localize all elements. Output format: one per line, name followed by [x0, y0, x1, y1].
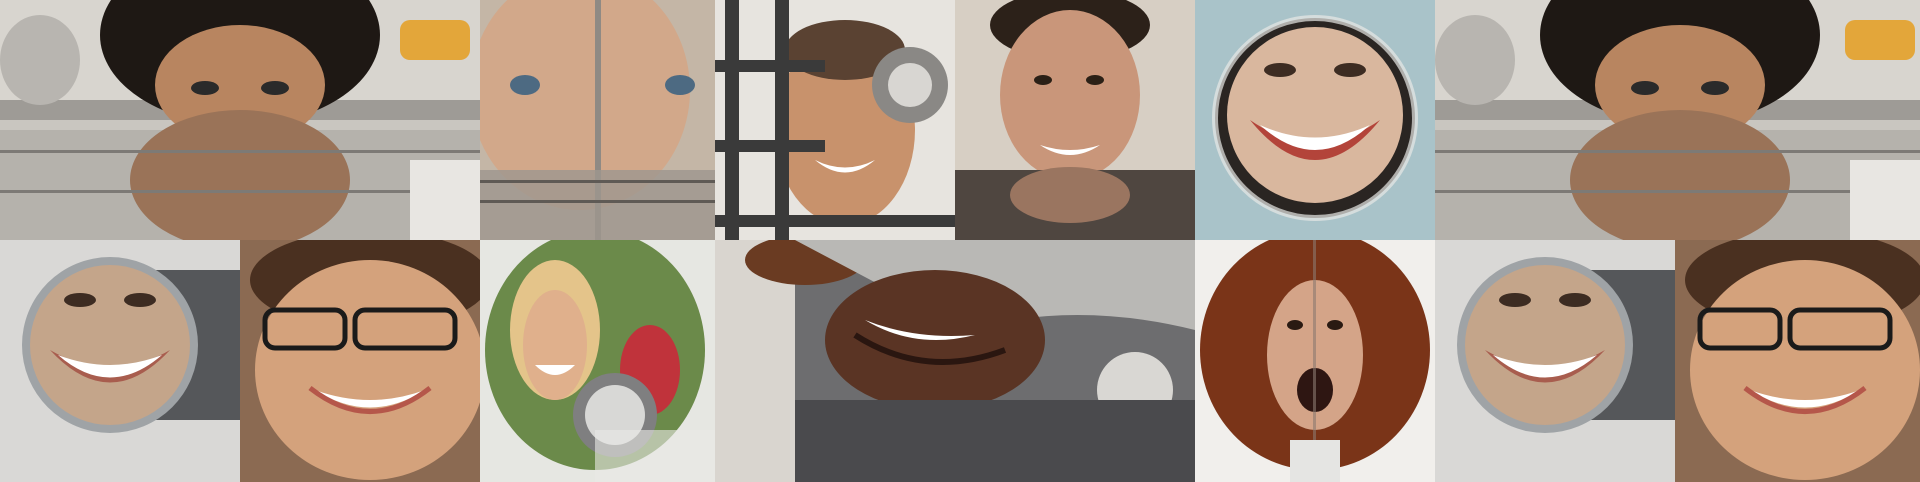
- photo-woman-fisheye-bulb: [480, 240, 715, 482]
- photo-man-smiling-reflection: [955, 0, 1195, 240]
- photo-face-in-convex-knob: [1195, 0, 1435, 240]
- photo-woman-red-curly-hair-split: [1195, 240, 1435, 482]
- photo-man-through-glass-door: [480, 0, 715, 240]
- photo-man-behind-gas-grate: [715, 0, 955, 240]
- photo-woman-curly-hair-reflection-repeat: [1435, 0, 1920, 240]
- photo-collage: [0, 0, 1920, 482]
- photo-woman-glasses-distorted-repeat: [1675, 240, 1920, 482]
- photo-man-reflection-on-metal: [715, 240, 1195, 482]
- photo-woman-curly-hair-reflection: [0, 0, 480, 240]
- photo-woman-glasses-distorted: [240, 240, 480, 482]
- photo-face-in-round-lens-repeat: [1435, 240, 1675, 482]
- photo-face-in-round-lens: [0, 240, 240, 482]
